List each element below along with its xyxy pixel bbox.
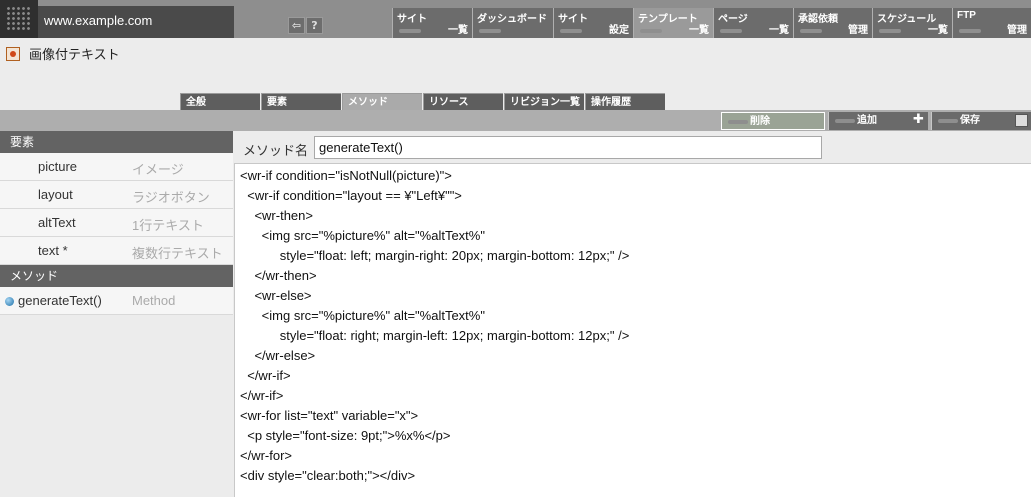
logo-grid-icon[interactable] — [0, 0, 38, 38]
nav-site-settings[interactable]: サイト 設定 — [553, 8, 633, 38]
elements-header: 要素 — [0, 131, 233, 153]
element-kind: 1行テキスト — [132, 218, 204, 233]
nav-sublabel: 一覧 — [928, 25, 948, 36]
code-line: style="float: left; margin-right: 20px; … — [240, 248, 630, 263]
tab-revisions[interactable]: リビジョン一覧 — [504, 93, 584, 110]
add-label: 追加 — [857, 115, 877, 126]
code-line: <img src="%picture%" alt="%altText%" — [240, 228, 485, 243]
element-row-text[interactable]: text * 複数行テキスト — [0, 237, 233, 265]
code-line: style="float: right; margin-left: 12px; … — [240, 328, 630, 343]
help-icon[interactable]: ? — [306, 17, 323, 34]
action-bar: 削除 追加 ✚ 保存 — [0, 110, 1031, 131]
method-name-label: メソッド名 — [243, 143, 309, 158]
element-row-alttext[interactable]: altText 1行テキスト — [0, 209, 233, 237]
method-row-generatetext[interactable]: generateText() Method — [0, 287, 233, 315]
delete-label: 削除 — [750, 116, 770, 127]
method-name-input[interactable] — [314, 136, 822, 159]
main-nav: サイト 一覧 ダッシュボード サイト 設定 テンプレート 一覧 ページ 一覧 承… — [392, 8, 1031, 38]
element-kind: ラジオボタン — [132, 190, 210, 205]
top-bar: www.example.com ⇦? サイト 一覧 ダッシュボード サイト 設定… — [0, 0, 1031, 38]
tab-bar: 全般 要素 メソッド リソース リビジョン一覧 操作履歴 — [180, 93, 666, 110]
selected-bullet-icon — [5, 297, 14, 306]
page-title: 画像付テキスト — [29, 48, 120, 63]
nav-label: サイト — [397, 14, 427, 25]
site-url: www.example.com — [38, 6, 234, 38]
nav-ftp-manage[interactable]: FTP 管理 — [952, 8, 1031, 38]
tab-resources[interactable]: リソース — [423, 93, 503, 110]
nav-sublabel: 一覧 — [448, 25, 468, 36]
nav-dashboard[interactable]: ダッシュボード — [472, 8, 553, 38]
plus-icon: ✚ — [913, 112, 924, 127]
code-line: </wr-else> — [240, 348, 316, 363]
add-button[interactable]: 追加 ✚ — [828, 112, 928, 130]
nav-template-list[interactable]: テンプレート 一覧 — [633, 8, 713, 38]
code-line: </wr-then> — [240, 268, 317, 283]
nav-sublabel: 設定 — [609, 25, 629, 36]
save-button[interactable]: 保存 — [931, 112, 1031, 130]
element-kind: 複数行テキスト — [132, 246, 223, 261]
code-line: <wr-else> — [240, 288, 312, 303]
methods-header: メソッド — [0, 265, 233, 287]
nav-site-list[interactable]: サイト 一覧 — [392, 8, 472, 38]
tab-methods[interactable]: メソッド — [342, 93, 422, 110]
page-heading: 画像付テキスト — [0, 38, 1031, 94]
code-line: <p style="font-size: 9pt;">%x%</p> — [240, 428, 451, 443]
toolbar-icons: ⇦? — [288, 14, 324, 34]
nav-page-list[interactable]: ページ 一覧 — [713, 8, 793, 38]
method-kind: Method — [132, 293, 176, 308]
element-name: text * — [38, 243, 68, 258]
nav-sublabel: 管理 — [1007, 25, 1027, 36]
code-editor[interactable]: <wr-if condition="isNotNull(picture)"> <… — [234, 163, 1031, 497]
nav-approval-manage[interactable]: 承認依頼 管理 — [793, 8, 872, 38]
code-line: </wr-for> — [240, 448, 293, 463]
nav-schedule-list[interactable]: スケジュール 一覧 — [872, 8, 952, 38]
element-name: altText — [38, 215, 76, 230]
code-line: <wr-for list="text" variable="x"> — [240, 408, 419, 423]
template-icon — [6, 47, 20, 61]
nav-sublabel: 一覧 — [689, 25, 709, 36]
element-name: picture — [38, 159, 78, 174]
nav-sublabel: 管理 — [848, 25, 868, 36]
tab-general[interactable]: 全般 — [180, 93, 260, 110]
save-label: 保存 — [960, 115, 980, 126]
tab-elements[interactable]: 要素 — [261, 93, 341, 110]
element-row-picture[interactable]: picture イメージ — [0, 153, 233, 181]
element-name: layout — [38, 187, 73, 202]
tab-history[interactable]: 操作履歴 — [585, 93, 665, 110]
code-line: </wr-if> — [240, 368, 291, 383]
disk-icon — [1015, 114, 1028, 127]
code-line: </wr-if> — [240, 388, 284, 403]
nav-sublabel: 一覧 — [769, 25, 789, 36]
code-line: <img src="%picture%" alt="%altText%" — [240, 308, 485, 323]
delete-button[interactable]: 削除 — [721, 112, 825, 130]
nav-label: サイト — [558, 14, 588, 25]
code-line: <wr-then> — [240, 208, 313, 223]
element-row-layout[interactable]: layout ラジオボタン — [0, 181, 233, 209]
code-line: <wr-if condition="isNotNull(picture)"> — [240, 168, 452, 183]
element-kind: イメージ — [132, 162, 184, 177]
code-line: <wr-if condition="layout == ¥"Left¥""> — [240, 188, 462, 203]
nav-label: FTP — [957, 10, 976, 21]
nav-label: ダッシュボード — [477, 14, 547, 25]
nav-label: ページ — [718, 14, 748, 25]
method-name: generateText() — [18, 293, 102, 308]
sidebar: 要素 picture イメージ layout ラジオボタン altText 1行… — [0, 131, 233, 497]
back-icon[interactable]: ⇦ — [288, 17, 305, 34]
code-line: <div style="clear:both;"></div> — [240, 468, 416, 483]
nav-label: 承認依頼 — [798, 14, 838, 25]
